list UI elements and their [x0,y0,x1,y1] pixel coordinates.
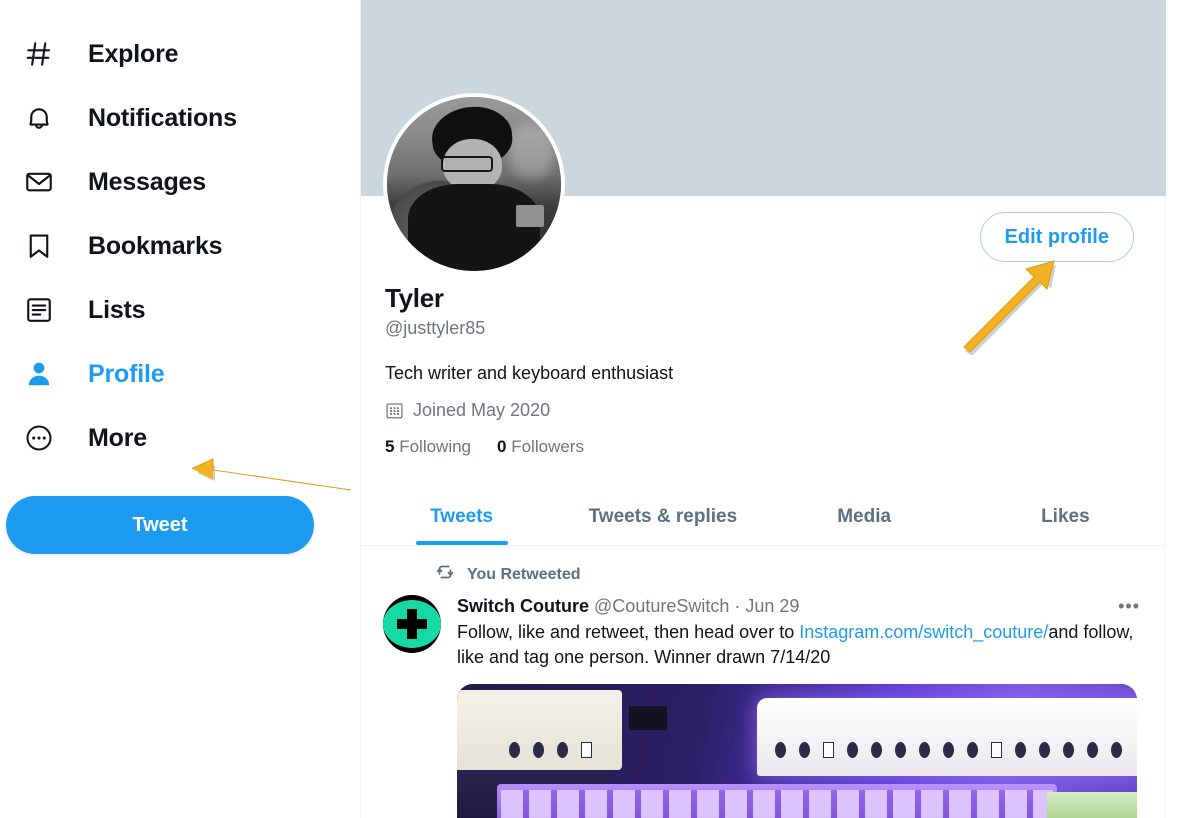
followers-label: Followers [511,436,584,456]
list-icon [18,289,60,331]
retweet-icon [435,562,455,587]
profile-tabs: Tweets Tweets & replies Media Likes [361,488,1166,546]
tweet-link[interactable]: Instagram.com/switch_couture/ [799,622,1048,642]
tweet-author-handle[interactable]: @CoutureSwitch [594,596,729,616]
tab-label: Tweets & replies [588,505,738,527]
profile-main-column: Edit profile Tyler @justtyler85 Tech wri… [360,0,1166,818]
sidebar-item-notifications[interactable]: Notifications [0,86,360,150]
tab-label: Media [837,505,892,527]
envelope-icon [18,161,60,203]
more-options-icon[interactable]: ••• [1118,597,1140,615]
bell-icon [18,97,60,139]
sidebar-item-label: More [88,423,147,452]
tab-label: Likes [1041,505,1090,527]
sidebar-item-label: Profile [88,359,165,388]
retweet-header: You Retweeted [435,562,1144,587]
ellipsis-circle-icon [18,417,60,459]
hashtag-icon [18,33,60,75]
tweet-text: Follow, like and retweet, then head over… [457,620,1144,670]
calendar-icon [385,401,404,420]
sidebar-item-more[interactable]: More [0,406,360,470]
profile-joined-row: Joined May 2020 [385,400,985,421]
tweet-body: ••• Switch Couture @CoutureSwitch · Jun … [383,595,1144,818]
tweet-text-before-link: Follow, like and retweet, then head over… [457,622,800,643]
tweet-separator: · [734,596,741,616]
profile-display-name: Tyler [385,283,444,313]
tweet-date[interactable]: Jun 29 [745,596,799,616]
sidebar-item-messages[interactable]: Messages [0,150,360,214]
tweet-image[interactable] [457,684,1137,818]
tab-label: Tweets [430,505,494,527]
sidebar-item-label: Bookmarks [88,231,223,260]
tweet-button[interactable]: Tweet [6,496,314,554]
sidebar-navigation: Explore Notifications Messages Bookmarks… [0,0,360,818]
followers-count: 0 [497,436,507,456]
tweet-author-avatar[interactable] [383,595,441,653]
tab-media[interactable]: Media [764,488,965,545]
retweet-label: You Retweeted [467,565,581,583]
twitter-profile-page: Explore Notifications Messages Bookmarks… [0,0,1200,818]
profile-stats-row: 5 Following 0 Followers [385,437,985,457]
profile-info: Tyler @justtyler85 Tech writer and keybo… [385,283,985,457]
edit-profile-button[interactable]: Edit profile [979,212,1134,262]
following-stat[interactable]: 5 Following [385,437,471,457]
sidebar-item-lists[interactable]: Lists [0,278,360,342]
tab-likes[interactable]: Likes [965,488,1166,545]
following-label: Following [399,436,472,456]
tweet-meta: Switch Couture @CoutureSwitch · Jun 29 [457,595,1144,618]
profile-joined-text: Joined May 2020 [413,399,551,420]
sidebar-item-label: Messages [88,167,206,196]
followers-stat[interactable]: 0 Followers [497,437,584,457]
tab-tweets-and-replies[interactable]: Tweets & replies [562,488,763,545]
profile-handle: @justtyler85 [385,317,486,338]
tweet-item[interactable]: You Retweeted ••• Switch Couture @Coutur… [361,548,1166,818]
tab-tweets[interactable]: Tweets [361,488,562,545]
sidebar-item-label: Explore [88,39,179,68]
sidebar-item-label: Notifications [88,103,237,132]
sidebar-item-profile[interactable]: Profile [0,342,360,406]
bookmark-icon [18,225,60,267]
avatar[interactable] [383,93,565,275]
sidebar-item-bookmarks[interactable]: Bookmarks [0,214,360,278]
profile-bio: Tech writer and keyboard enthusiast [385,362,674,383]
following-count: 5 [385,436,395,456]
tweet-author-name[interactable]: Switch Couture [457,596,589,616]
sidebar-item-label: Lists [88,295,146,324]
sidebar-item-explore[interactable]: Explore [0,22,360,86]
tweet-content: ••• Switch Couture @CoutureSwitch · Jun … [457,595,1144,818]
person-icon [18,353,60,395]
